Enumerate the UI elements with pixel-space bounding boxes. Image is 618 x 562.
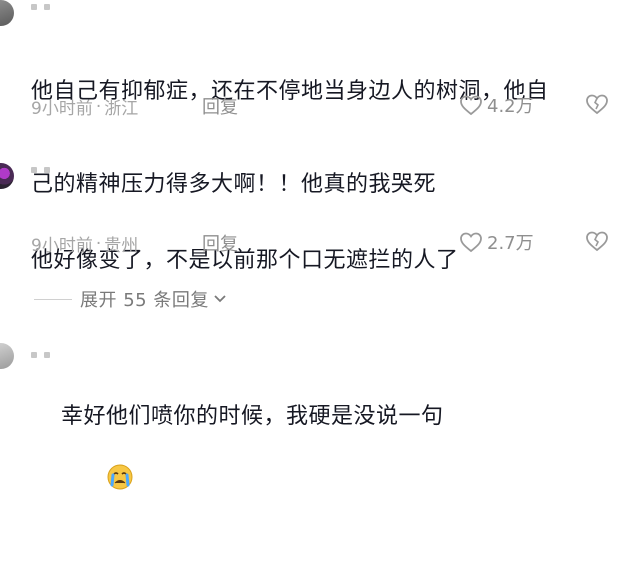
broken-heart-icon: [585, 93, 609, 115]
username-blurred[interactable]: [31, 352, 50, 358]
comment-time: 9小时前: [31, 236, 93, 256]
expand-replies-label: 展开 55 条回复: [80, 290, 209, 311]
chevron-down-icon: [209, 290, 228, 309]
dislike-button[interactable]: [585, 230, 609, 252]
avatar[interactable]: [0, 343, 14, 369]
crying-face-emoji: [61, 432, 134, 531]
username-blurred[interactable]: [31, 167, 50, 173]
comment-location: 贵州: [104, 236, 139, 256]
dislike-button[interactable]: [585, 93, 609, 115]
reply-button[interactable]: 回复: [202, 93, 238, 119]
avatar[interactable]: [0, 163, 14, 189]
reply-button[interactable]: 回复: [202, 230, 238, 256]
like-button[interactable]: 4.2万: [459, 92, 534, 118]
divider-line: [34, 298, 72, 300]
heart-outline-icon: [459, 94, 483, 116]
comment-meta: 9小时前 · 浙江: [31, 94, 139, 120]
avatar[interactable]: [0, 0, 14, 26]
heart-outline-icon: [459, 231, 483, 253]
comment-text-line: 幸好他们喷你的时候，我硬是没说一句: [60, 404, 444, 429]
comment-text: 幸好他们喷你的时候，我硬是没说一句: [31, 370, 606, 562]
like-count: 2.7万: [487, 233, 534, 254]
comment-location: 浙江: [104, 99, 139, 119]
comment-meta: 9小时前 · 贵州: [31, 231, 139, 257]
meta-separator: ·: [95, 233, 102, 254]
expand-replies-button[interactable]: 展开 55 条回复: [34, 286, 228, 312]
comment-time: 9小时前: [31, 99, 93, 119]
meta-separator: ·: [95, 96, 102, 117]
like-button[interactable]: 2.7万: [459, 229, 534, 255]
username-blurred[interactable]: [31, 4, 50, 10]
comment-text: 他好像变了，不是以前那个口无遮拦的人了: [31, 183, 606, 338]
like-count: 4.2万: [487, 96, 534, 117]
broken-heart-icon: [585, 230, 609, 252]
